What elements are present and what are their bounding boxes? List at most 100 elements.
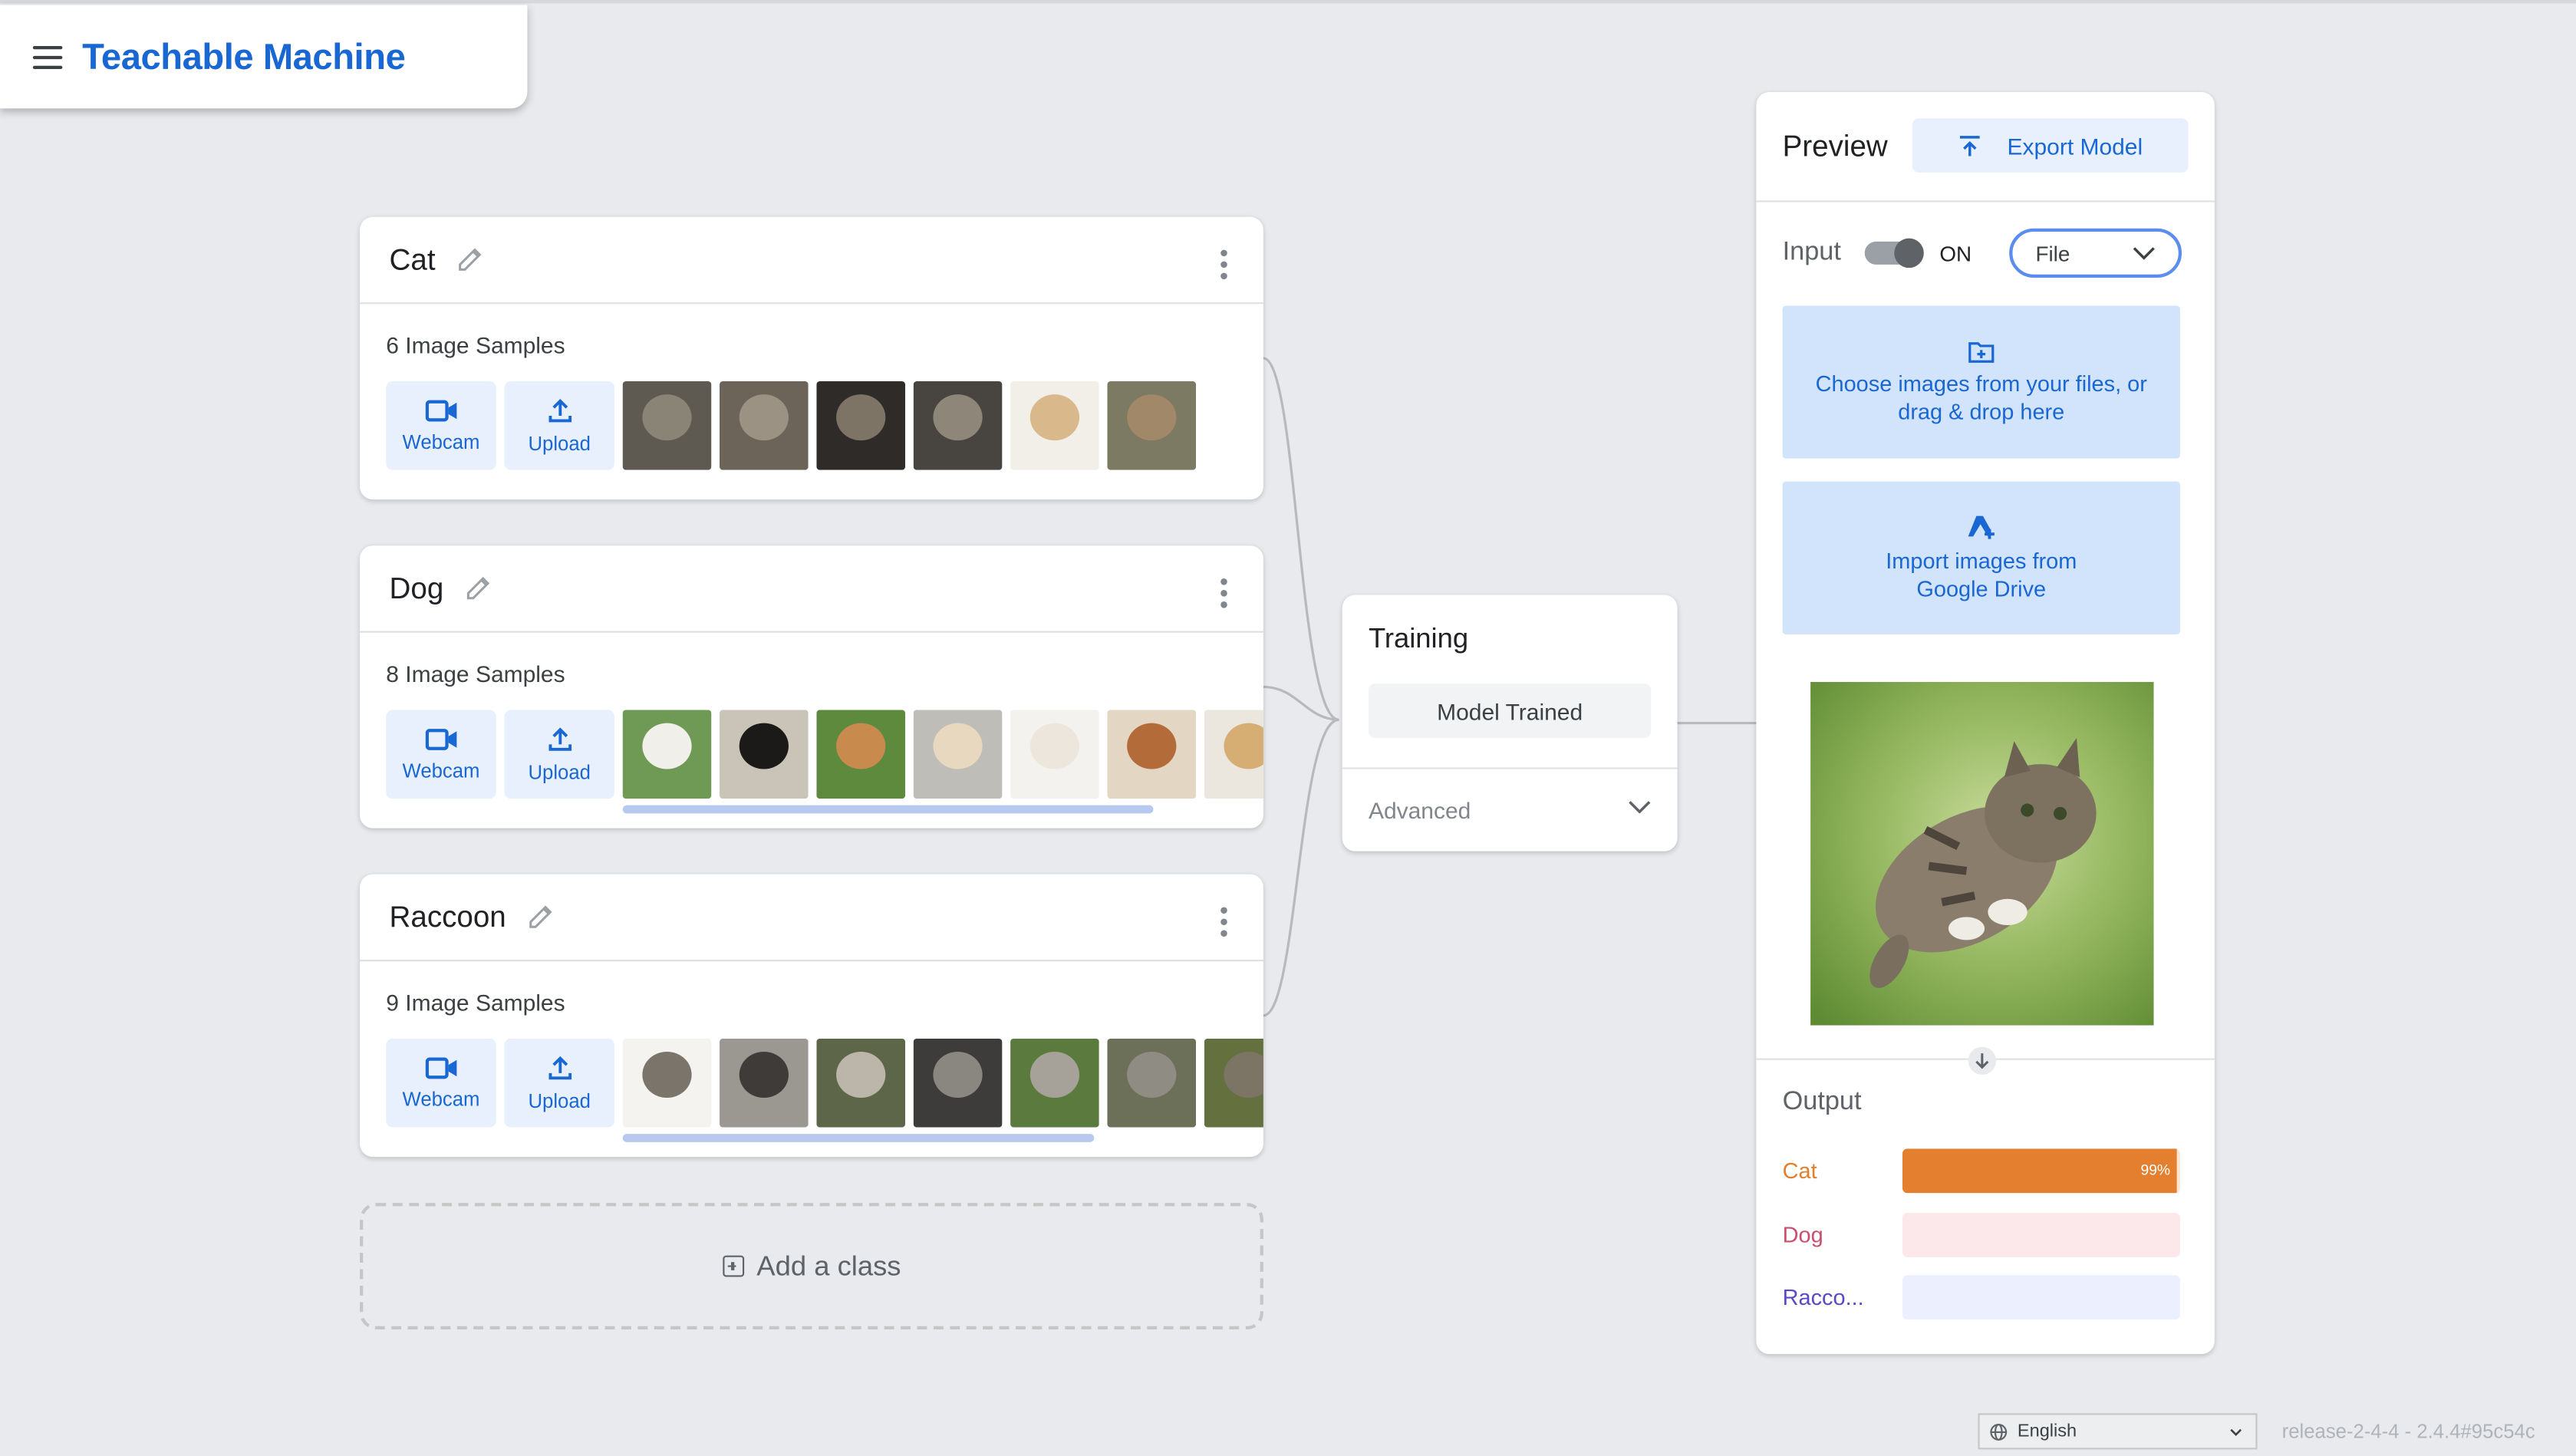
preview-title: Preview	[1782, 129, 1888, 163]
class-card-raccoon: Raccoon 9 Image Samples Webcam Upload	[360, 874, 1263, 1158]
cat-sample-thumbnail[interactable]	[1010, 380, 1099, 470]
release-version: release-2-4-4 - 2.4.4#95c54c	[2281, 1419, 2535, 1443]
add-class-label: Add a class	[756, 1250, 901, 1281]
confidence-fill	[1902, 1148, 2178, 1194]
chevron-down-icon	[1629, 801, 1651, 814]
thumbnail-scrollbar[interactable]	[622, 1134, 1095, 1142]
dog-sample-thumbnail[interactable]	[1107, 710, 1197, 799]
upload-button[interactable]: Upload	[504, 1038, 614, 1128]
confidence-bar	[1902, 1212, 2180, 1257]
class-name[interactable]: Raccoon	[390, 900, 506, 934]
webcam-label: Webcam	[402, 758, 480, 782]
upload-icon	[548, 1055, 571, 1079]
confidence-percent: 99%	[2140, 1161, 2171, 1178]
output-row-raccoon: Racco...	[1783, 1275, 2180, 1320]
preview-header: Preview Export Model	[1756, 92, 2215, 203]
chevron-down-icon	[2230, 1428, 2242, 1436]
google-drive-add-icon	[1968, 515, 1995, 539]
output-label: Dog	[1782, 1222, 1823, 1247]
preview-cat-image	[1810, 682, 2154, 1026]
raccoon-sample-thumbnail[interactable]	[622, 1038, 712, 1128]
confidence-bar	[1902, 1275, 2180, 1320]
add-box-icon	[722, 1255, 744, 1277]
hamburger-menu-icon[interactable]	[32, 44, 63, 68]
model-trained-button[interactable]: Model Trained	[1368, 684, 1652, 738]
cat-sample-thumbnail[interactable]	[720, 380, 809, 470]
raccoon-sample-thumbnail[interactable]	[1107, 1038, 1197, 1128]
dog-sample-thumbnail[interactable]	[816, 710, 906, 799]
edit-pencil-icon[interactable]	[525, 902, 555, 932]
output-row-dog: Dog	[1782, 1212, 2180, 1257]
dog-sample-thumbnail[interactable]	[913, 710, 1003, 799]
thumbnail-scrollbar[interactable]	[622, 805, 1154, 814]
raccoon-sample-thumbnail[interactable]	[1010, 1038, 1099, 1128]
dog-sample-thumbnail[interactable]	[1010, 710, 1099, 799]
output-row-cat: Cat 99%	[1782, 1148, 2180, 1194]
cat-sample-thumbnail[interactable]	[913, 380, 1003, 470]
edit-pencil-icon[interactable]	[455, 245, 485, 275]
globe-icon	[1990, 1422, 2008, 1440]
training-card: Training Model Trained Advanced	[1342, 595, 1678, 852]
more-options-icon[interactable]	[1220, 907, 1227, 937]
webcam-label: Webcam	[402, 430, 480, 453]
webcam-button[interactable]: Webcam	[386, 1038, 496, 1128]
upload-icon	[548, 397, 571, 422]
app-stage: Teachable Machine Cat 6 Image Samples We…	[0, 0, 2576, 1456]
dog-sample-thumbnail[interactable]	[720, 710, 809, 799]
class-header: Dog	[360, 545, 1263, 633]
cat-sample-thumbnail[interactable]	[1107, 380, 1197, 470]
add-class-button[interactable]: Add a class	[360, 1203, 1263, 1330]
class-card-cat: Cat 6 Image Samples Webcam Upload	[360, 216, 1263, 500]
input-toggle[interactable]	[1863, 238, 1923, 268]
file-drop-zone[interactable]: Choose images from your files, or drag &…	[1782, 305, 2180, 459]
dog-sample-thumbnail[interactable]	[1204, 710, 1263, 799]
export-model-button[interactable]: Export Model	[1912, 118, 2189, 173]
samples-count: 6 Image Samples	[386, 331, 565, 358]
class-name[interactable]: Cat	[390, 242, 436, 277]
class-header: Raccoon	[360, 875, 1263, 962]
raccoon-sample-thumbnail[interactable]	[720, 1038, 809, 1128]
raccoon-sample-thumbnail[interactable]	[816, 1038, 906, 1128]
upload-button[interactable]: Upload	[504, 380, 614, 470]
output-title: Output	[1782, 1088, 1862, 1116]
app-title[interactable]: Teachable Machine	[82, 35, 406, 78]
cat-sample-thumbnail[interactable]	[622, 380, 712, 470]
raccoon-sample-thumbnail[interactable]	[913, 1038, 1003, 1128]
more-options-icon[interactable]	[1220, 578, 1227, 608]
input-source-value: File	[2035, 240, 2070, 265]
confidence-bar: 99%	[1902, 1148, 2180, 1194]
input-source-select[interactable]: File	[2009, 228, 2182, 278]
samples-count: 8 Image Samples	[386, 660, 565, 687]
class-name[interactable]: Dog	[390, 571, 444, 605]
samples-count: 9 Image Samples	[386, 989, 565, 1016]
cat-sample-thumbnail[interactable]	[816, 380, 906, 470]
google-drive-import[interactable]: Import images from Google Drive	[1782, 481, 2180, 634]
chevron-down-icon	[2133, 247, 2155, 260]
upload-button[interactable]: Upload	[504, 710, 614, 799]
toggle-state-label: ON	[1939, 240, 1972, 265]
folder-add-icon	[1968, 341, 1995, 362]
webcam-button[interactable]: Webcam	[386, 710, 496, 799]
more-options-icon[interactable]	[1220, 249, 1227, 280]
video-camera-icon	[424, 399, 456, 421]
advanced-toggle[interactable]: Advanced	[1342, 767, 1678, 851]
input-row: Input ON File	[1782, 228, 2189, 278]
training-title: Training	[1368, 622, 1469, 654]
advanced-label: Advanced	[1368, 796, 1471, 824]
upload-label: Upload	[528, 1089, 591, 1112]
raccoon-sample-thumbnail[interactable]	[1204, 1038, 1263, 1128]
file-drop-text: Choose images from your files, or drag &…	[1815, 371, 2147, 423]
webcam-button[interactable]: Webcam	[386, 380, 496, 470]
output-label: Cat	[1782, 1158, 1817, 1184]
upload-label: Upload	[528, 759, 591, 783]
sample-thumbnails	[622, 1038, 1263, 1128]
drive-import-text: Import images from Google Drive	[1886, 548, 2077, 601]
edit-pencil-icon[interactable]	[463, 574, 493, 604]
class-card-dog: Dog 8 Image Samples Webcam Upload	[360, 545, 1263, 828]
language-select[interactable]: English	[1978, 1413, 2258, 1450]
webcam-label: Webcam	[402, 1087, 480, 1111]
top-border	[0, 0, 2576, 4]
sample-thumbnails	[622, 710, 1263, 799]
dog-sample-thumbnail[interactable]	[622, 710, 712, 799]
input-label: Input	[1782, 238, 1841, 267]
